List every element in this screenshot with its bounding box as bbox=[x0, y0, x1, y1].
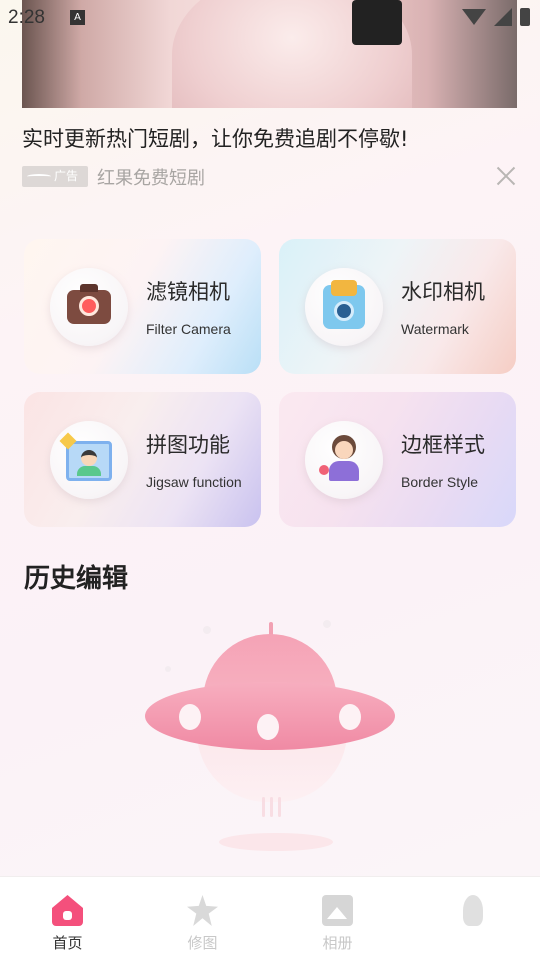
card-subtitle: Jigsaw function bbox=[146, 474, 242, 490]
status-bar: 2:28 A bbox=[0, 0, 540, 36]
camera-heart-icon bbox=[50, 268, 128, 346]
edit-star-icon bbox=[187, 895, 218, 926]
album-icon bbox=[322, 895, 353, 926]
jigsaw-photo-icon bbox=[50, 421, 128, 499]
motion-line bbox=[270, 797, 273, 817]
ufo-window bbox=[179, 704, 201, 730]
photo-body bbox=[77, 466, 101, 476]
sparkle bbox=[323, 620, 331, 628]
watermark-camera-card[interactable]: 水印相机 Watermark bbox=[279, 239, 516, 374]
ad-title[interactable]: 实时更新热门短剧，让你免费追剧不停歇! bbox=[22, 123, 408, 153]
wifi-icon bbox=[462, 9, 486, 25]
card-title: 边框样式 bbox=[401, 433, 485, 457]
close-icon[interactable] bbox=[494, 164, 518, 188]
sparkle bbox=[203, 626, 211, 634]
nav-album[interactable]: 相册 bbox=[270, 877, 405, 960]
photo-frame bbox=[66, 441, 112, 481]
history-title: 历史编辑 bbox=[24, 564, 129, 594]
card-title: 滤镜相机 bbox=[146, 280, 230, 304]
ad-tag: 广告 bbox=[22, 166, 88, 187]
border-style-card[interactable]: 边框样式 Border Style bbox=[279, 392, 516, 527]
portrait-person bbox=[319, 435, 361, 485]
flower-deco bbox=[319, 465, 329, 475]
signal-icon bbox=[494, 8, 512, 26]
home-icon bbox=[52, 895, 83, 926]
nav-more[interactable] bbox=[405, 877, 540, 960]
card-subtitle: Filter Camera bbox=[146, 321, 231, 337]
filter-camera-card[interactable]: 滤镜相机 Filter Camera bbox=[24, 239, 261, 374]
camera-lens bbox=[334, 301, 354, 321]
instant-camera-icon bbox=[305, 268, 383, 346]
notification-icon: A bbox=[70, 10, 85, 25]
ufo-illustration bbox=[145, 620, 397, 854]
instant-camera-body bbox=[323, 280, 365, 329]
card-title: 水印相机 bbox=[401, 280, 485, 304]
nav-label: 首页 bbox=[52, 934, 83, 952]
portrait-frame-icon bbox=[305, 421, 383, 499]
card-title: 拼图功能 bbox=[146, 433, 230, 457]
status-time: 2:28 bbox=[8, 7, 45, 28]
nav-home[interactable]: 首页 bbox=[0, 877, 135, 960]
heart-lens bbox=[79, 296, 99, 316]
status-indicators bbox=[462, 8, 530, 26]
jigsaw-card[interactable]: 拼图功能 Jigsaw function bbox=[24, 392, 261, 527]
motion-line bbox=[278, 797, 281, 817]
nav-label: 修图 bbox=[187, 934, 218, 952]
nav-label: 相册 bbox=[322, 934, 353, 952]
bulb-icon bbox=[463, 895, 483, 926]
ufo-window bbox=[339, 704, 361, 730]
ufo-window bbox=[257, 714, 279, 740]
card-subtitle: Border Style bbox=[401, 474, 479, 490]
nav-edit[interactable]: 修图 bbox=[135, 877, 270, 960]
sparkle bbox=[165, 666, 171, 672]
portrait-body bbox=[329, 461, 359, 481]
battery-icon bbox=[520, 8, 530, 26]
portrait-face bbox=[335, 441, 353, 459]
ad-source[interactable]: 红果免费短剧 bbox=[97, 164, 205, 190]
ad-tag-label: 广告 bbox=[54, 169, 79, 183]
camera-body bbox=[67, 284, 111, 324]
motion-line bbox=[262, 797, 265, 817]
ad-logo-icon bbox=[27, 174, 51, 179]
card-subtitle: Watermark bbox=[401, 321, 469, 337]
ufo-motion-lines bbox=[262, 797, 282, 819]
photo-face bbox=[81, 450, 97, 466]
ufo-shadow bbox=[219, 833, 333, 851]
bottom-nav: 首页 修图 相册 bbox=[0, 876, 540, 960]
